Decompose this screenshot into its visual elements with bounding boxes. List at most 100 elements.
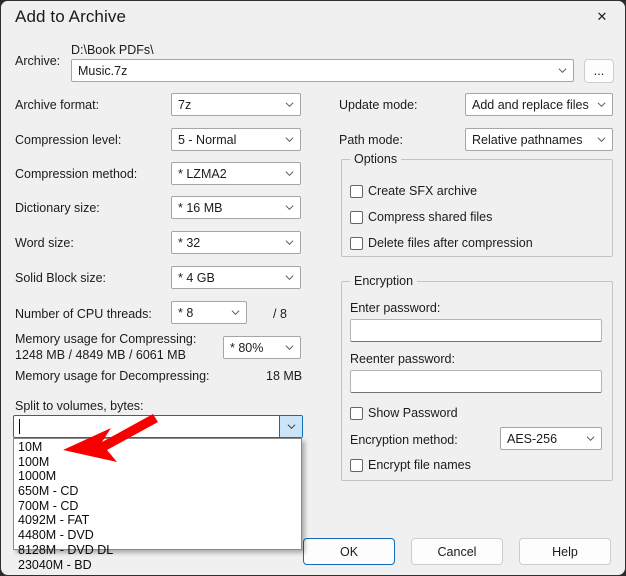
- chevron-down-icon[interactable]: [551, 66, 573, 75]
- cpu-threads-value: 8: [186, 305, 194, 320]
- archive-format-combo[interactable]: 7z: [171, 93, 301, 116]
- checkbox-label: Compress shared files: [368, 210, 493, 224]
- list-item[interactable]: 4480M - DVD: [14, 528, 301, 543]
- ok-button-label: OK: [339, 544, 359, 559]
- modified-star: *: [178, 305, 183, 320]
- cpu-threads-total: / 8: [273, 307, 287, 321]
- chevron-down-icon[interactable]: [579, 434, 601, 443]
- checkbox-encrypt-file-names[interactable]: Encrypt file names: [350, 458, 471, 472]
- archive-name-combo[interactable]: Music.7z: [71, 59, 574, 82]
- solid-block-size-combo[interactable]: * 4 GB: [171, 266, 301, 289]
- checkbox-label: Encrypt file names: [368, 458, 471, 472]
- archive-path-text: D:\Book PDFs\: [71, 43, 154, 57]
- page-title: Add to Archive: [15, 7, 127, 26]
- list-item[interactable]: 650M - CD: [14, 484, 301, 499]
- cpu-threads-value-wrap: * 8: [172, 306, 224, 320]
- chevron-down-icon[interactable]: [590, 100, 612, 109]
- add-to-archive-dialog: Add to Archive ✕ Archive: D:\Book PDFs\ …: [0, 0, 626, 576]
- word-size-combo[interactable]: * 32: [171, 231, 301, 254]
- archive-format-value: 7z: [178, 97, 192, 112]
- chevron-down-icon[interactable]: [278, 100, 300, 109]
- compression-method-value-wrap: * LZMA2: [172, 167, 278, 181]
- archive-name-value: Music.7z: [78, 63, 128, 78]
- solid-block-size-value-wrap: * 4 GB: [172, 271, 278, 285]
- cancel-button[interactable]: Cancel: [411, 538, 503, 565]
- help-button[interactable]: Help: [519, 538, 611, 565]
- checkbox-show-password[interactable]: Show Password: [350, 406, 458, 420]
- archive-format-label: Archive format:: [15, 98, 100, 112]
- encryption-method-value: AES-256: [507, 431, 558, 446]
- checkbox-icon[interactable]: [350, 210, 363, 224]
- list-item[interactable]: 4092M - FAT: [14, 513, 301, 528]
- list-item[interactable]: 8128M - DVD DL: [14, 543, 301, 558]
- cancel-button-label: Cancel: [437, 544, 477, 559]
- checkbox-icon[interactable]: [350, 184, 363, 198]
- memory-decompressing-value: 18 MB: [266, 369, 303, 383]
- chevron-down-icon[interactable]: [278, 343, 300, 352]
- checkbox-label: Show Password: [368, 406, 458, 420]
- chevron-down-icon[interactable]: [278, 273, 300, 282]
- reenter-password-label: Reenter password:: [350, 352, 455, 366]
- compression-method-combo[interactable]: * LZMA2: [171, 162, 301, 185]
- memory-percent-value-wrap: * 80%: [224, 341, 278, 355]
- close-icon[interactable]: ✕: [579, 1, 625, 32]
- checkbox-compress-shared-files[interactable]: Compress shared files: [350, 210, 492, 224]
- split-volumes-dropdown-list[interactable]: 10M 100M 1000M 650M - CD 700M - CD 4092M…: [13, 438, 302, 572]
- checkbox-icon[interactable]: [350, 236, 363, 250]
- title-bar: Add to Archive ✕: [1, 1, 625, 37]
- checkbox-icon[interactable]: [350, 458, 363, 472]
- text-caret: [19, 419, 20, 434]
- checkbox-create-sfx-archive[interactable]: Create SFX archive: [350, 184, 477, 198]
- word-size-label: Word size:: [15, 236, 74, 250]
- compression-level-combo[interactable]: 5 - Normal: [171, 128, 301, 151]
- memory-percent-combo[interactable]: * 80%: [223, 336, 301, 359]
- enter-password-field[interactable]: [350, 319, 602, 342]
- path-mode-combo[interactable]: Relative pathnames: [465, 128, 613, 151]
- enter-password-label: Enter password:: [350, 301, 441, 315]
- memory-percent-value: 80%: [238, 340, 264, 355]
- chevron-down-icon[interactable]: [279, 416, 302, 437]
- browse-button[interactable]: ...: [584, 59, 614, 83]
- chevron-down-icon[interactable]: [278, 203, 300, 212]
- compression-level-value: 5 - Normal: [178, 132, 237, 147]
- archive-label: Archive:: [15, 54, 61, 68]
- list-item[interactable]: 10M: [14, 440, 301, 455]
- memory-compressing-values: 1248 MB / 4849 MB / 6061 MB: [15, 348, 186, 362]
- chevron-down-icon[interactable]: [590, 135, 612, 144]
- reenter-password-field[interactable]: [350, 370, 602, 393]
- encryption-method-label: Encryption method:: [350, 433, 458, 447]
- chevron-down-icon[interactable]: [278, 135, 300, 144]
- split-volumes-label: Split to volumes, bytes:: [15, 399, 144, 413]
- compression-method-label: Compression method:: [15, 167, 138, 181]
- checkbox-icon[interactable]: [350, 406, 363, 420]
- chevron-down-icon[interactable]: [278, 169, 300, 178]
- ellipsis-icon: ...: [593, 64, 605, 78]
- dictionary-size-value-wrap: * 16 MB: [172, 201, 278, 215]
- checkbox-delete-files-after-compression[interactable]: Delete files after compression: [350, 236, 533, 250]
- chevron-down-icon[interactable]: [224, 308, 246, 317]
- list-item[interactable]: 100M: [14, 455, 301, 470]
- word-size-value-wrap: * 32: [172, 236, 278, 250]
- dictionary-size-combo[interactable]: * 16 MB: [171, 196, 301, 219]
- ok-button[interactable]: OK: [303, 538, 395, 565]
- update-mode-value: Add and replace files: [472, 97, 589, 112]
- modified-star: *: [178, 235, 183, 250]
- cpu-threads-combo[interactable]: * 8: [171, 301, 247, 324]
- list-item[interactable]: 23040M - BD: [14, 558, 301, 573]
- word-size-value: 32: [186, 235, 201, 250]
- encryption-method-combo[interactable]: AES-256: [500, 427, 602, 450]
- dictionary-size-label: Dictionary size:: [15, 201, 100, 215]
- modified-star: *: [178, 166, 183, 181]
- split-volumes-combo[interactable]: [13, 415, 303, 438]
- solid-block-size-value: 4 GB: [186, 270, 215, 285]
- checkbox-label: Create SFX archive: [368, 184, 478, 198]
- help-button-label: Help: [552, 544, 578, 559]
- update-mode-combo[interactable]: Add and replace files: [465, 93, 613, 116]
- options-group-title: Options: [350, 152, 402, 166]
- list-item[interactable]: 1000M: [14, 469, 301, 484]
- chevron-down-icon[interactable]: [278, 238, 300, 247]
- modified-star: *: [178, 270, 183, 285]
- list-item[interactable]: 700M - CD: [14, 499, 301, 514]
- memory-decompressing-label: Memory usage for Decompressing:: [15, 369, 210, 383]
- encryption-group-title: Encryption: [350, 274, 418, 288]
